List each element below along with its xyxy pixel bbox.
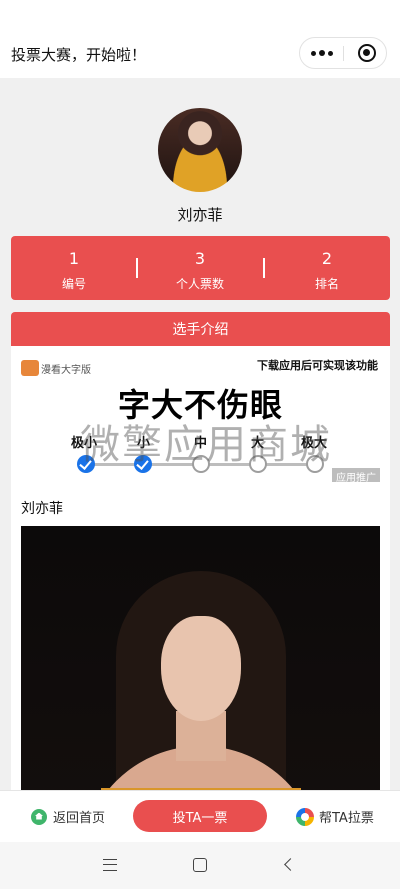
vote-button[interactable]: 投TA一票 bbox=[133, 800, 267, 832]
level-label: 大 bbox=[251, 436, 265, 451]
radio-circle-icon[interactable] bbox=[306, 455, 324, 473]
stat-label: 个人票数 bbox=[175, 277, 224, 291]
stats-panel: 1 编号 3 个人票数 2 排名 bbox=[11, 236, 390, 300]
level-label: 极大 bbox=[301, 436, 328, 451]
ad-download-text: 下载应用后可实现该功能 bbox=[257, 359, 378, 372]
level-label: 小 bbox=[137, 436, 151, 451]
intro-card: 漫看大字版 下载应用后可实现该功能 字大不伤眼 极小 小 中 大 极大 应用推广… bbox=[11, 346, 390, 806]
ad-tag: 应用推广 bbox=[332, 468, 380, 482]
ad-app-name: 漫看大字版 bbox=[41, 365, 91, 376]
back-icon[interactable] bbox=[284, 858, 297, 871]
contestant-photo bbox=[21, 526, 380, 806]
home-square-icon[interactable] bbox=[193, 858, 207, 872]
stat-label: 排名 bbox=[314, 277, 339, 291]
page-title: 投票大赛，开始啦！ bbox=[11, 46, 147, 64]
more-dots-icon[interactable] bbox=[300, 38, 343, 68]
check-circle-icon[interactable] bbox=[134, 455, 152, 473]
intro-header: 选手介绍 bbox=[11, 312, 390, 346]
top-bar: 投票大赛，开始啦！ bbox=[0, 0, 400, 78]
app-logo-icon bbox=[21, 360, 39, 376]
stat-value: 2 bbox=[321, 249, 333, 268]
bottom-action-bar: 返回首页 投TA一票 帮TA拉票 bbox=[0, 790, 400, 842]
mini-program-capsule bbox=[299, 37, 387, 69]
radio-circle-icon[interactable] bbox=[249, 455, 267, 473]
stat-value: 3 bbox=[194, 249, 206, 268]
ad-banner[interactable]: 漫看大字版 下载应用后可实现该功能 字大不伤眼 极小 小 中 大 极大 应用推广… bbox=[11, 346, 390, 482]
stat-number: 1 编号 bbox=[11, 236, 137, 300]
capsule-divider bbox=[343, 46, 344, 61]
contestant-name: 刘亦菲 bbox=[177, 206, 223, 224]
canvass-button[interactable]: 帮TA拉票 bbox=[296, 807, 374, 826]
check-circle-icon[interactable] bbox=[77, 455, 95, 473]
home-icon bbox=[31, 808, 47, 825]
radio-circle-icon[interactable] bbox=[192, 455, 210, 473]
stat-votes: 3 个人票数 bbox=[137, 236, 263, 300]
ad-headline: 字大不伤眼 bbox=[117, 386, 283, 424]
share-wheel-icon bbox=[296, 807, 314, 826]
level-label: 中 bbox=[194, 436, 208, 451]
stat-label: 编号 bbox=[61, 277, 86, 291]
stat-rank: 2 排名 bbox=[264, 236, 390, 300]
photo-face bbox=[161, 616, 241, 721]
system-nav-bar bbox=[0, 842, 400, 889]
avatar bbox=[158, 108, 242, 192]
home-label: 返回首页 bbox=[53, 811, 106, 826]
home-button[interactable]: 返回首页 bbox=[31, 807, 105, 826]
target-circle-icon[interactable] bbox=[358, 44, 376, 62]
stat-value: 1 bbox=[68, 249, 80, 268]
content-name: 刘亦菲 bbox=[21, 501, 63, 517]
canvass-label: 帮TA拉票 bbox=[319, 811, 374, 826]
menu-icon[interactable] bbox=[103, 859, 117, 871]
level-label: 极小 bbox=[71, 436, 98, 451]
